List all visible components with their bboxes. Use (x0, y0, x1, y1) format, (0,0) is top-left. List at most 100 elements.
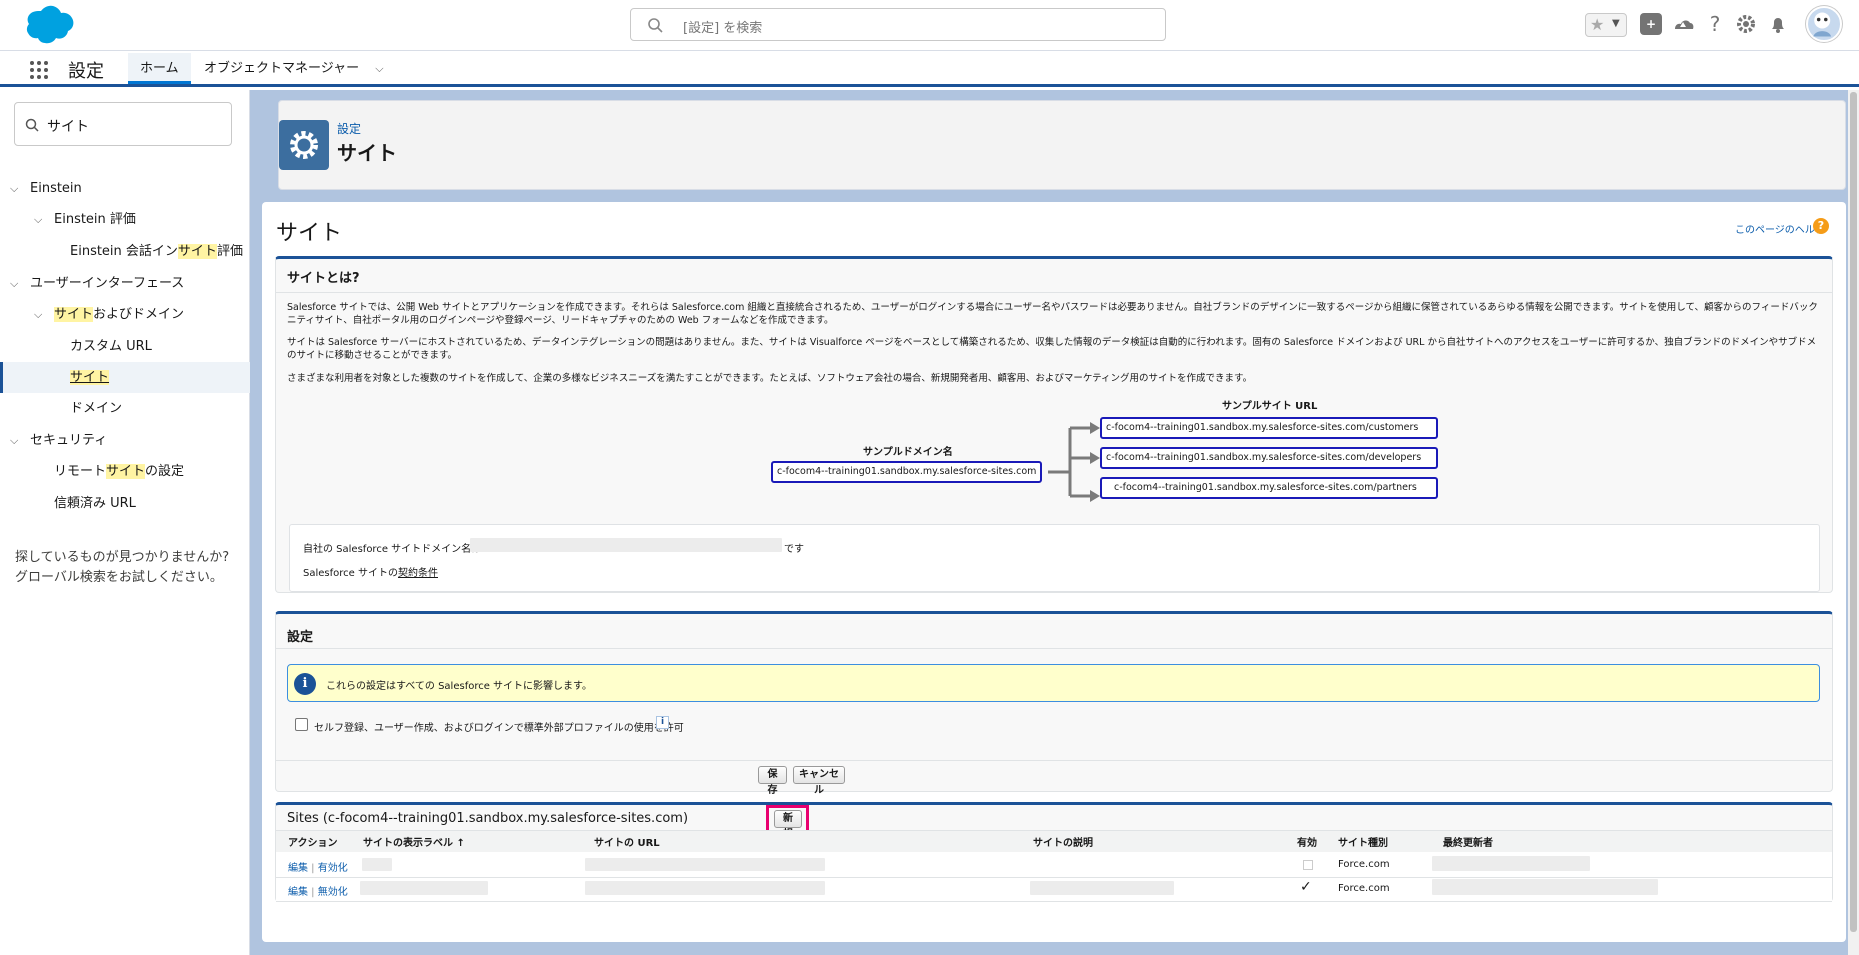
page-title: サイト (337, 141, 397, 165)
global-search-input[interactable]: [設定] を検索 (630, 8, 1166, 41)
info-tooltip-icon[interactable]: i (656, 716, 669, 729)
favorites-button[interactable]: ★ ▼ (1585, 13, 1627, 37)
section-divider (276, 648, 1832, 649)
chevron-down-icon[interactable]: ⌵ (375, 62, 383, 75)
tree-item-custom-url[interactable]: カスタム URL (0, 331, 250, 362)
help-question-icon[interactable]: ? (1813, 218, 1829, 234)
help-link[interactable]: このページのヘルプ (1735, 221, 1825, 236)
chevron-down-icon[interactable]: ⌵ (34, 299, 46, 330)
terms-link[interactable]: 契約条件 (398, 568, 438, 579)
tree-item-einstein-eval[interactable]: ⌵ Einstein 評価 (0, 204, 250, 235)
global-actions-icon[interactable]: + (1640, 13, 1662, 35)
tree-label: ドメイン (70, 393, 122, 424)
tree-label: リモートサイトの設定 (54, 456, 184, 487)
label-text: およびドメイン (93, 307, 185, 322)
app-launcher-icon[interactable] (29, 60, 49, 80)
checkbox-label[interactable]: セルフ登録、ユーザー作成、およびログインで標準外部プロファイルの使用を許可 (314, 719, 684, 734)
label-highlight: サイト (54, 307, 94, 322)
label-highlight: サイト (177, 244, 217, 259)
tree-item-remote-site-settings[interactable]: リモートサイトの設定 (0, 456, 250, 487)
chevron-down-icon: ▼ (1612, 18, 1620, 29)
gear-icon (290, 131, 318, 159)
standard-profile-checkbox[interactable] (295, 718, 308, 731)
paragraph-line: サイトは Salesforce サーバーにホストされているため、データインテグレ… (287, 337, 1817, 348)
chevron-down-icon[interactable]: ⌵ (34, 204, 46, 235)
domain-arrows (1048, 422, 1100, 502)
page-scrollbar[interactable] (1848, 90, 1859, 955)
app-name: 設定 (68, 61, 104, 82)
site-type: Force.com (1338, 859, 1390, 870)
redacted-modifier (1432, 856, 1590, 871)
tree-item-user-interface[interactable]: ⌵ ユーザーインターフェース (0, 268, 250, 299)
label-highlight: サイト (70, 370, 110, 385)
col-action: アクション (288, 838, 338, 849)
tree-item-einstein[interactable]: ⌵ Einstein (0, 173, 250, 204)
paragraph-line: ニティサイト、自社ポータル用のログインページや登録ページ、リードキャプチャのため… (287, 315, 834, 326)
tree-item-domains[interactable]: ドメイン (0, 393, 250, 424)
tab-home[interactable]: ホーム (128, 53, 191, 84)
sample-domain-label: サンプルドメイン名 (863, 447, 953, 458)
avatar-icon (1813, 12, 1832, 37)
chevron-down-icon[interactable]: ⌵ (10, 425, 22, 456)
col-site-label[interactable]: サイトの表示ラベル ↑ (363, 834, 465, 849)
tree-label: Einstein (30, 173, 82, 204)
deactivate-link[interactable]: 無効化 (318, 887, 348, 898)
app-navigation: 設定 ホーム オブジェクトマネージャー ⌵ (0, 51, 1859, 87)
redacted-label (360, 881, 488, 895)
tree-item-einstein-conversation-insights[interactable]: Einstein 会話インサイト評価 (0, 236, 250, 267)
not-found-hint: 探しているものが見つかりませんか? グローバル検索をお試しください。 (15, 548, 245, 588)
redacted-label (362, 858, 392, 871)
activate-link[interactable]: 有効化 (318, 863, 348, 874)
chevron-down-icon[interactable]: ⌵ (10, 268, 22, 299)
label-text: ドメイン (70, 401, 123, 416)
tree-label: ユーザーインターフェース (30, 268, 184, 299)
about-paragraph-1: Salesforce サイトでは、公開 Web サイトとアプリケーションを作成で… (287, 301, 1817, 327)
new-button[interactable]: 新規 (774, 810, 802, 840)
col-last-modified-by[interactable]: 最終更新者 (1443, 834, 1493, 849)
tree-item-security[interactable]: ⌵ セキュリティ (0, 425, 250, 456)
cancel-button[interactable]: キャンセル (793, 766, 845, 796)
notification-bell-icon[interactable] (1767, 13, 1789, 35)
user-avatar[interactable] (1806, 6, 1842, 42)
star-icon: ★ (1590, 15, 1605, 34)
scrollbar-thumb[interactable] (1850, 92, 1857, 932)
tree-label: サイト (70, 362, 110, 393)
not-found-line: 探しているものが見つかりませんか? (15, 550, 230, 565)
domain-line-prefix: 自社の Salesforce サイトドメイン名は (303, 544, 482, 555)
label-text: の設定 (145, 464, 185, 479)
chevron-down-icon[interactable]: ⌵ (10, 173, 22, 204)
gear-icon[interactable] (1735, 13, 1757, 35)
paragraph-line: のサイトに移動させることができます。 (287, 350, 458, 361)
tab-object-manager[interactable]: オブジェクトマネージャー ⌵ (192, 53, 396, 84)
domain-line-suffix: です (784, 544, 804, 555)
separator: | (308, 863, 318, 874)
help-icon[interactable]: ? (1704, 13, 1726, 35)
edit-link[interactable]: 編集 (288, 887, 308, 898)
col-site-description[interactable]: サイトの説明 (1033, 834, 1093, 849)
col-site-url[interactable]: サイトの URL (594, 834, 660, 849)
section-title: 設定 (287, 630, 314, 645)
tree-item-trusted-urls[interactable]: 信頼済み URL (0, 488, 250, 519)
save-button[interactable]: 保存 (758, 766, 787, 796)
row-actions: 編集 | 有効化 (288, 859, 348, 874)
row-actions: 編集 | 無効化 (288, 883, 348, 898)
sample-url-partners: c-focom4--training01.sandbox.my.salesfor… (1100, 477, 1438, 499)
trailhead-icon[interactable] (1672, 13, 1694, 35)
sample-domain: c-focom4--training01.sandbox.my.salesfor… (771, 461, 1042, 483)
edit-link[interactable]: 編集 (288, 863, 308, 874)
label-text: Einstein 会話イン (70, 244, 178, 259)
quick-find-input[interactable]: サイト (14, 102, 232, 146)
tree-item-sites-and-domains[interactable]: ⌵ サイトおよびドメイン (0, 299, 250, 330)
label-text: セキュリティ (30, 433, 108, 448)
salesforce-logo[interactable] (17, 5, 75, 45)
section-divider (276, 760, 1832, 761)
table-row (276, 852, 1832, 877)
section-divider (276, 292, 1832, 293)
col-site-type[interactable]: サイト種別 (1338, 834, 1388, 849)
col-active[interactable]: 有効 (1297, 834, 1317, 849)
label-text: リモート (54, 464, 107, 479)
info-text: これらの設定はすべての Salesforce サイトに影響します。 (326, 681, 593, 692)
row-divider (276, 901, 1832, 902)
tree-item-sites[interactable]: サイト (0, 362, 250, 393)
breadcrumb[interactable]: 設定 (337, 120, 361, 137)
